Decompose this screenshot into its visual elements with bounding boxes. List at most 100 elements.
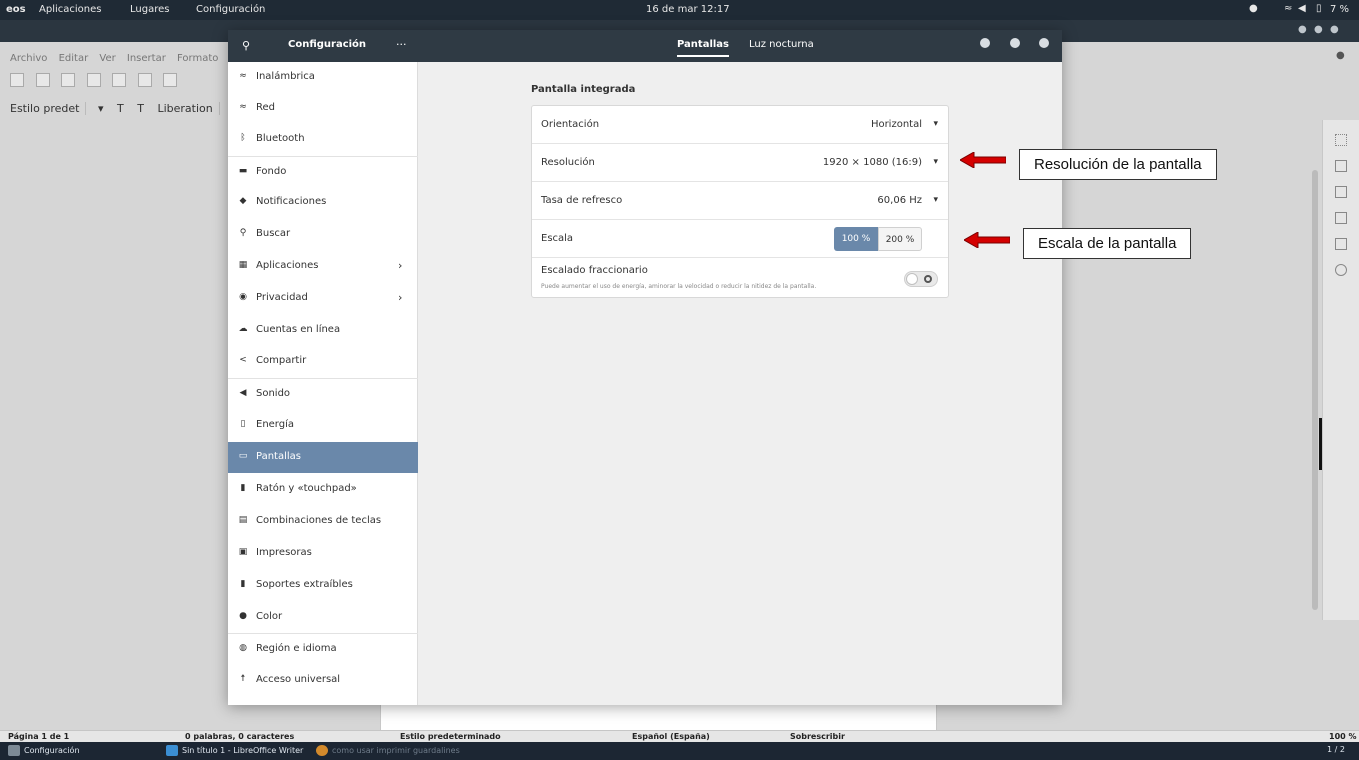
menu-configuracion[interactable]: Configuración xyxy=(196,4,265,15)
usb-icon: ▮ xyxy=(240,579,246,589)
sidebar-item-pantallas[interactable]: ▭ Pantallas xyxy=(228,442,418,473)
menu-aplicaciones[interactable]: Aplicaciones xyxy=(39,4,101,15)
sidebar-item-label: Inalámbrica xyxy=(256,71,315,82)
scale-200-button[interactable]: 200 % xyxy=(878,227,922,251)
cut-icon[interactable] xyxy=(163,73,177,87)
writer-toolbar xyxy=(10,73,240,97)
sidebar-item-acceso-universal[interactable]: ☨ Acceso universal xyxy=(228,665,418,696)
battery-percent: 7 % xyxy=(1330,4,1350,15)
menu-formato[interactable]: Formato xyxy=(177,53,218,64)
sidebar-item-sonido[interactable]: ◀ Sonido xyxy=(228,378,418,409)
toggle-knob xyxy=(906,273,918,285)
sidebar-item-label: Región e idioma xyxy=(256,643,337,654)
more-options-icon[interactable] xyxy=(1335,134,1347,146)
sidebar-item-privacidad[interactable]: ◉ Privacidad › xyxy=(228,283,418,314)
export-icon[interactable] xyxy=(86,73,101,87)
sidebar-item-soportes-extraibles[interactable]: ▮ Soportes extraíbles xyxy=(228,570,418,601)
task-configuracion[interactable]: Configuración xyxy=(8,745,80,756)
menu-dots-icon[interactable]: ··· xyxy=(396,38,407,51)
writer-menubar: Archivo Editar Ver Insertar Formato xyxy=(10,53,226,64)
status-words[interactable]: 0 palabras, 0 caracteres xyxy=(185,732,294,741)
orientation-row[interactable]: Orientación Horizontal ▾ xyxy=(532,106,948,144)
chevron-down-icon[interactable]: ▾ xyxy=(933,195,938,205)
status-style[interactable]: Estilo predeterminado xyxy=(400,732,501,741)
sidebar-item-label: Combinaciones de teclas xyxy=(256,515,382,526)
notifications-icon[interactable]: ● xyxy=(1249,3,1258,14)
update-style-icon[interactable]: T xyxy=(117,102,124,115)
sidebar-item-combinaciones-teclas[interactable]: ▤ Combinaciones de teclas xyxy=(228,506,418,537)
fractional-label: Escalado fraccionario xyxy=(541,265,648,276)
new-style-icon[interactable]: T xyxy=(137,102,144,115)
menu-ver[interactable]: Ver xyxy=(99,53,115,64)
sidebar-item-buscar[interactable]: ⚲ Buscar xyxy=(228,219,418,250)
settings-icon xyxy=(8,745,20,756)
sidebar-item-label: Privacidad xyxy=(256,292,308,303)
minimize-icon[interactable]: ● xyxy=(1298,24,1307,35)
page-icon[interactable] xyxy=(1335,186,1347,198)
status-language[interactable]: Español (España) xyxy=(632,732,710,741)
refresh-select[interactable]: 60,06 Hz xyxy=(877,195,922,206)
maximize-icon[interactable] xyxy=(1010,38,1020,48)
clock[interactable]: 16 de mar 12:17 xyxy=(646,4,730,15)
font-name-select[interactable]: Liberation xyxy=(157,102,220,115)
battery-icon[interactable]: ▯ xyxy=(1316,3,1322,14)
close-icon[interactable]: ● xyxy=(1330,24,1339,35)
sidebar-item-notificaciones[interactable]: ◆ Notificaciones xyxy=(228,187,418,218)
menu-insertar[interactable]: Insertar xyxy=(127,53,166,64)
sidebar-item-region-idioma[interactable]: ◍ Región e idioma xyxy=(228,633,418,664)
sidebar-item-fondo[interactable]: ▬ Fondo xyxy=(228,156,418,187)
eos-logo[interactable]: eos xyxy=(6,4,26,15)
status-mode[interactable]: Sobrescribir xyxy=(790,732,845,741)
orientation-select[interactable]: Horizontal xyxy=(871,119,922,130)
chevron-down-icon[interactable]: ▾ xyxy=(933,119,938,129)
sidebar-item-aplicaciones[interactable]: ▦ Aplicaciones › xyxy=(228,251,418,282)
print-icon[interactable] xyxy=(112,73,126,87)
navigator-icon[interactable] xyxy=(1335,264,1347,276)
close-doc-icon[interactable]: ● xyxy=(1336,50,1345,61)
bluetooth-icon: ᛒ xyxy=(240,133,246,143)
sidebar-item-cuentas-en-linea[interactable]: ☁ Cuentas en línea xyxy=(228,315,418,346)
sidebar-item-label: Sonido xyxy=(256,388,291,399)
sidebar-item-energia[interactable]: ▯ Energía xyxy=(228,410,418,441)
sidebar-item-color[interactable]: ● Color xyxy=(228,602,418,633)
save-icon[interactable] xyxy=(61,73,75,87)
sidebar-item-impresoras[interactable]: ▣ Impresoras xyxy=(228,538,418,569)
sidebar-item-label: Fondo xyxy=(256,166,287,177)
vertical-scrollbar[interactable] xyxy=(1312,170,1318,610)
scale-100-button[interactable]: 100 % xyxy=(834,227,878,251)
tab-luz-nocturna[interactable]: Luz nocturna xyxy=(749,39,814,50)
minimize-icon[interactable] xyxy=(980,38,990,48)
refresh-row[interactable]: Tasa de refresco 60,06 Hz ▾ xyxy=(532,182,948,220)
resolution-row[interactable]: Resolución 1920 × 1080 (16:9) ▾ xyxy=(532,144,948,182)
resolution-select[interactable]: 1920 × 1080 (16:9) xyxy=(823,157,922,168)
paragraph-style-select[interactable]: Estilo predet xyxy=(10,102,87,115)
menu-lugares[interactable]: Lugares xyxy=(130,4,169,15)
chevron-down-icon[interactable]: ▾ xyxy=(98,102,104,115)
search-icon[interactable]: ⚲ xyxy=(242,39,250,52)
task-browser[interactable]: como usar imprimir guardalines xyxy=(316,745,460,756)
status-page[interactable]: Página 1 de 1 xyxy=(8,732,69,741)
chevron-down-icon[interactable]: ▾ xyxy=(933,157,938,167)
sidebar-item-compartir[interactable]: < Compartir xyxy=(228,346,418,377)
wifi-icon[interactable]: ≈ xyxy=(1284,3,1292,14)
close-icon[interactable] xyxy=(1039,38,1049,48)
menu-archivo[interactable]: Archivo xyxy=(10,53,47,64)
sidebar-item-raton[interactable]: ▮ Ratón y «touchpad» xyxy=(228,474,418,505)
new-doc-icon[interactable] xyxy=(10,73,24,87)
preview-icon[interactable] xyxy=(137,73,152,87)
tab-pantallas[interactable]: Pantallas xyxy=(677,39,730,57)
task-writer[interactable]: Sin título 1 - LibreOffice Writer xyxy=(166,745,303,756)
properties-icon[interactable] xyxy=(1335,160,1347,172)
fractional-scaling-toggle[interactable] xyxy=(904,271,938,287)
sidebar-item-bluetooth[interactable]: ᛒ Bluetooth xyxy=(228,124,418,155)
menu-editar[interactable]: Editar xyxy=(59,53,89,64)
sidebar-item-red[interactable]: ≈ Red xyxy=(228,93,418,124)
gallery-icon[interactable] xyxy=(1335,238,1347,250)
styles-icon[interactable] xyxy=(1335,212,1347,224)
open-icon[interactable] xyxy=(35,73,50,87)
volume-icon[interactable]: ◀ xyxy=(1298,3,1306,14)
sidebar-item-inalambrica[interactable]: ≈ Inalámbrica xyxy=(228,62,418,93)
status-zoom[interactable]: 100 % xyxy=(1329,732,1357,741)
speaker-icon: ◀ xyxy=(239,388,247,398)
maximize-icon[interactable]: ● xyxy=(1314,24,1323,35)
